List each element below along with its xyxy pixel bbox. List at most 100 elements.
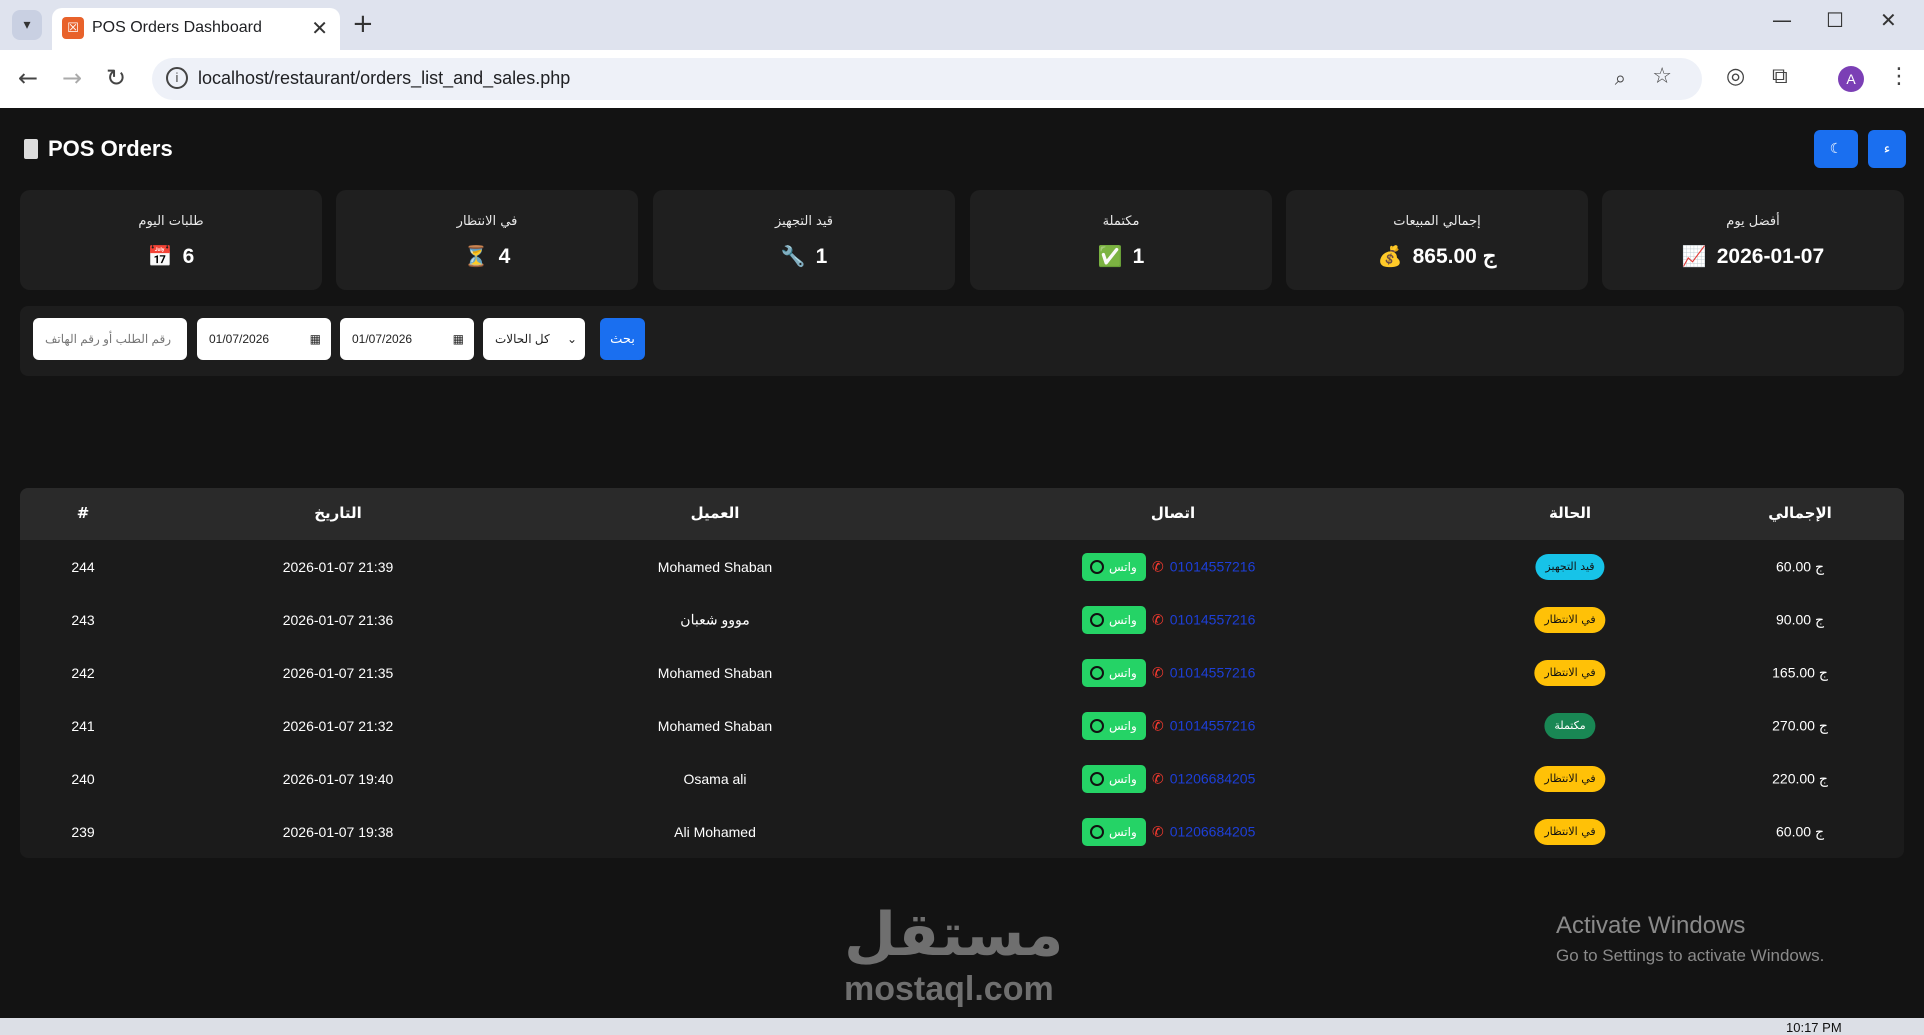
calendar-icon: 📅 (147, 246, 173, 268)
phone-number: 01014557216 (1169, 717, 1256, 734)
whatsapp-button[interactable]: واتس (1082, 605, 1146, 634)
stat-value: 1 (1132, 244, 1145, 268)
header-customer: العميل (690, 504, 740, 522)
order-id: 242 (71, 664, 95, 681)
minimize-icon[interactable]: — (1772, 8, 1792, 32)
status-badge: مكتملة (1544, 712, 1596, 739)
phone-link[interactable]: ✆ 01206684205 (1152, 770, 1255, 787)
mostaql-logo-arabic: مستقل (844, 900, 1064, 970)
calendar-picker-icon[interactable]: ▦ (310, 332, 321, 346)
table-row[interactable]: 244 2026-01-07 21:39 Mohamed Shaban واتس… (20, 540, 1904, 593)
back-icon[interactable]: ← (18, 64, 38, 92)
wrench-icon: 🔧 (780, 246, 806, 268)
site-info-icon[interactable]: i (166, 67, 188, 89)
table-row[interactable]: 240 2026-01-07 19:40 Osama ali واتس ✆ 012… (20, 752, 1904, 805)
money-bag-icon: 💰 (1377, 246, 1403, 268)
stat-value: 2026-01-07 (1716, 244, 1825, 268)
browser-menu-icon[interactable]: ⋮ (1888, 64, 1910, 89)
whatsapp-label: واتس (1109, 771, 1137, 786)
activate-windows-title: Activate Windows (1556, 912, 1746, 939)
table-row[interactable]: 241 2026-01-07 21:32 Mohamed Shaban واتس… (20, 699, 1904, 752)
status-badge: في الانتظار (1534, 765, 1606, 792)
browser-tab[interactable]: ☒ POS Orders Dashboard ✕ (52, 8, 340, 50)
whatsapp-button[interactable]: واتس (1082, 764, 1146, 793)
whatsapp-button[interactable]: واتس (1082, 711, 1146, 740)
receipt-icon (24, 139, 38, 159)
taskbar-clock: 10:17 PM (1786, 1020, 1842, 1035)
whatsapp-button[interactable]: واتس (1082, 658, 1146, 687)
table-row[interactable]: 243 2026-01-07 21:36 مووو شعبان واتس ✆ 01… (20, 593, 1904, 646)
url-text: localhost/restaurant/orders_list_and_sal… (198, 68, 571, 88)
status-badge: في الانتظار (1534, 606, 1606, 633)
whatsapp-icon (1090, 718, 1104, 733)
order-id: 244 (71, 558, 95, 575)
order-customer: مووو شعبان (680, 611, 750, 627)
extension-circle-icon[interactable]: ◎ (1726, 64, 1745, 89)
date-to-input[interactable]: 01/07/2026 ▦ (340, 318, 474, 360)
phone-icon: ✆ (1152, 770, 1164, 786)
whatsapp-label: واتس (1109, 612, 1137, 627)
whatsapp-icon (1090, 824, 1104, 839)
date-to-value: 01/07/2026 (352, 332, 413, 346)
order-date: 2026-01-07 21:39 (282, 558, 394, 575)
search-button[interactable]: بحث (600, 318, 645, 360)
whatsapp-button[interactable]: واتس (1082, 552, 1146, 581)
stat-label: مكتملة (1102, 214, 1140, 229)
phone-link[interactable]: ✆ 01014557216 (1152, 611, 1255, 628)
calendar-picker-icon[interactable]: ▦ (453, 332, 464, 346)
browser-toolbar: ← → ↻ i localhost/restaurant/orders_list… (0, 50, 1924, 108)
date-from-input[interactable]: 01/07/2026 ▦ (197, 318, 331, 360)
status-badge: في الانتظار (1534, 818, 1606, 845)
translate-icon: ء (1883, 141, 1891, 157)
reload-icon[interactable]: ↻ (106, 64, 126, 92)
table-header: # التاريخ العميل اتصال الحالة الإجمالي (20, 488, 1904, 540)
phone-link[interactable]: ✆ 01206684205 (1152, 823, 1255, 840)
phone-link[interactable]: ✆ 01014557216 (1152, 717, 1255, 734)
order-total: 270.00 ج (1772, 717, 1828, 733)
phone-icon: ✆ (1152, 558, 1164, 574)
order-id: 243 (71, 611, 95, 628)
order-total: 220.00 ج (1772, 770, 1828, 786)
header-total: الإجمالي (1768, 504, 1832, 522)
theme-toggle-button[interactable]: ☾ (1814, 130, 1858, 168)
order-id: 240 (71, 770, 95, 787)
zoom-icon[interactable]: ⌕ (1615, 66, 1626, 90)
order-customer: Mohamed Shaban (657, 558, 773, 575)
forward-icon[interactable]: → (62, 64, 82, 92)
whatsapp-button[interactable]: واتس (1082, 817, 1146, 846)
stat-label: أفضل يوم (1726, 214, 1780, 229)
close-tab-icon[interactable]: ✕ (311, 16, 328, 40)
phone-number: 01014557216 (1169, 664, 1256, 681)
close-window-icon[interactable]: ✕ (1880, 8, 1897, 32)
address-bar[interactable]: i localhost/restaurant/orders_list_and_s… (152, 58, 1702, 100)
xampp-favicon-icon: ☒ (62, 17, 84, 39)
tab-search-button[interactable]: ▾ (12, 10, 42, 40)
moon-icon: ☾ (1829, 141, 1843, 157)
phone-link[interactable]: ✆ 01014557216 (1152, 558, 1255, 575)
language-toggle-button[interactable]: ء (1868, 130, 1906, 168)
bookmark-star-icon[interactable]: ☆ (1652, 64, 1672, 89)
chart-up-icon: 📈 (1681, 246, 1707, 268)
extensions-puzzle-icon[interactable]: ⧉ (1772, 64, 1788, 89)
stat-value: 865.00 ج (1412, 245, 1497, 268)
maximize-icon[interactable]: ☐ (1826, 8, 1844, 32)
order-customer: Mohamed Shaban (657, 664, 773, 681)
table-row[interactable]: 242 2026-01-07 21:35 Mohamed Shaban واتس… (20, 646, 1904, 699)
status-select[interactable]: كل الحالات ⌄ (483, 318, 585, 360)
whatsapp-icon (1090, 559, 1104, 574)
table-row[interactable]: 239 2026-01-07 19:38 Ali Mohamed واتس ✆ 0… (20, 805, 1904, 858)
phone-number: 01014557216 (1169, 558, 1256, 575)
date-from-value: 01/07/2026 (209, 332, 270, 346)
new-tab-icon[interactable]: + (352, 9, 374, 39)
whatsapp-icon (1090, 665, 1104, 680)
mostaql-logo-domain: mostaql.com (844, 970, 1054, 1008)
phone-number: 01014557216 (1169, 611, 1256, 628)
phone-number: 01206684205 (1169, 770, 1256, 787)
phone-icon: ✆ (1152, 823, 1164, 839)
profile-avatar[interactable]: A (1838, 66, 1864, 92)
tab-title: POS Orders Dashboard (92, 19, 262, 36)
stat-value: 4 (498, 244, 511, 268)
phone-link[interactable]: ✆ 01014557216 (1152, 664, 1255, 681)
stat-label: قيد التجهيز (774, 214, 834, 229)
search-input[interactable]: رقم الطلب أو رقم الهاتف (33, 318, 187, 360)
